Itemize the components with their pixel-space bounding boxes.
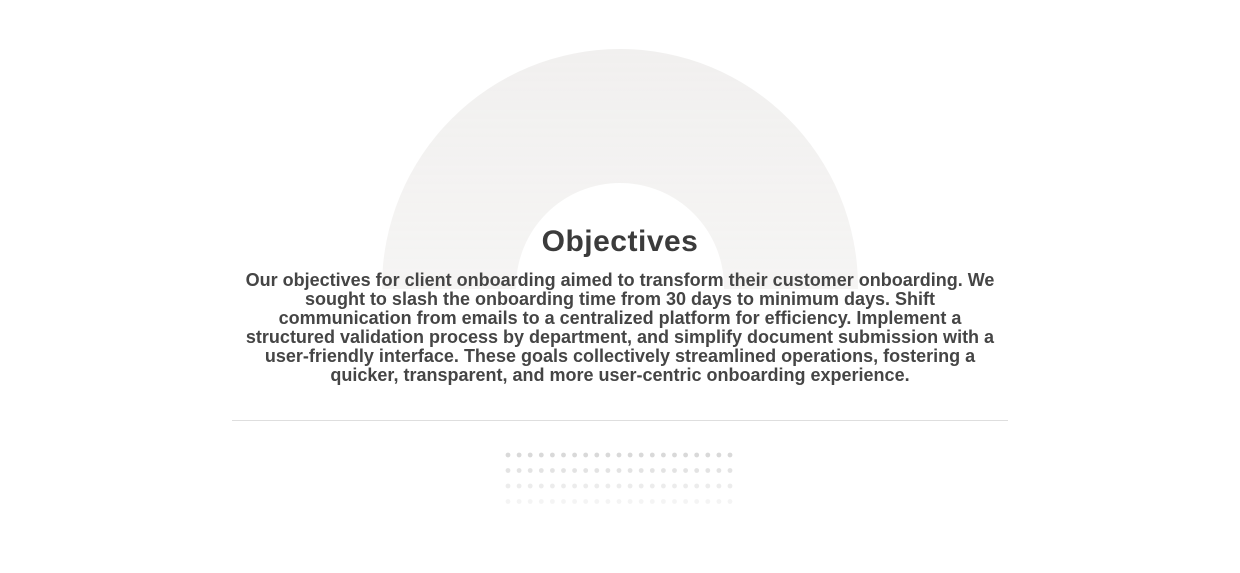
decorative-dot [516, 483, 522, 489]
decorative-dot [649, 483, 655, 489]
decorative-dot [550, 499, 555, 504]
decorative-dot [694, 483, 700, 489]
decorative-dot [716, 452, 722, 458]
decorative-dot [516, 468, 522, 473]
decorative-dot [649, 452, 655, 458]
decorative-dot [572, 468, 577, 473]
decorative-dot [516, 499, 522, 504]
decorative-dot [638, 468, 644, 473]
decorative-dot [661, 452, 666, 458]
decorative-dot [583, 499, 589, 504]
decorative-dot [694, 468, 700, 473]
decorative-dot [538, 499, 544, 504]
decorative-dot [672, 468, 677, 473]
decorative-dot [694, 499, 700, 504]
decorative-dot [538, 452, 544, 458]
decorative-dot [527, 499, 533, 504]
decorative-dot [727, 483, 733, 489]
decorative-dot [505, 452, 511, 458]
decorative-dot [550, 452, 555, 458]
decorative-dot [627, 468, 633, 473]
decorative-dot [616, 483, 622, 489]
decorative-dot [716, 483, 722, 489]
decorative-dot [627, 483, 633, 489]
decorative-dot [516, 452, 522, 458]
decorative-dot [672, 499, 677, 504]
decorative-dot [661, 483, 666, 489]
decorative-dot [505, 499, 511, 504]
decorative-dot [561, 468, 566, 473]
decorative-dot [705, 452, 711, 458]
decorative-dot [683, 452, 688, 458]
decorative-dot [561, 499, 566, 504]
decorative-dot [672, 452, 677, 458]
decorative-dot [572, 483, 577, 489]
decorative-dot [583, 483, 589, 489]
decorative-dot [527, 483, 533, 489]
decorative-dot [683, 468, 688, 473]
section-description: Our objectives for client onboarding aim… [245, 270, 995, 385]
decorative-dot [605, 483, 611, 489]
decorative-dot [694, 452, 700, 458]
decorative-dot [683, 483, 688, 489]
decorative-dot [572, 499, 577, 504]
decorative-dot [649, 468, 655, 473]
decorative-dot [583, 468, 589, 473]
decorative-dot [638, 452, 644, 458]
decorative-dot [594, 468, 600, 473]
decorative-dot [561, 452, 566, 458]
decorative-dot [538, 468, 544, 473]
decorative-dot [550, 468, 555, 473]
decorative-dot [583, 452, 589, 458]
decorative-dot [649, 499, 655, 504]
objectives-page: Objectives Our objectives for client onb… [0, 0, 1240, 573]
decorative-dot [661, 468, 666, 473]
decorative-dot [672, 483, 677, 489]
decorative-dot [505, 468, 511, 473]
dot-grid-decoration [500, 448, 740, 510]
decorative-dot [616, 468, 622, 473]
decorative-dot [572, 452, 577, 458]
decorative-dot [605, 468, 611, 473]
decorative-dot [527, 468, 533, 473]
decorative-dot [705, 499, 711, 504]
horizontal-divider [232, 420, 1008, 421]
decorative-dot [727, 499, 733, 504]
decorative-dot [716, 499, 722, 504]
decorative-dot [594, 452, 600, 458]
decorative-dot [716, 468, 722, 473]
decorative-dot [605, 452, 611, 458]
decorative-dot [627, 452, 633, 458]
decorative-dot [616, 452, 622, 458]
decorative-dot [538, 483, 544, 489]
section-title: Objectives [541, 225, 699, 258]
decorative-dot [638, 499, 644, 504]
decorative-dot [705, 468, 711, 473]
decorative-dot [727, 452, 733, 458]
decorative-dot [616, 499, 622, 504]
decorative-dot [550, 483, 555, 489]
decorative-dot [505, 483, 511, 489]
decorative-dot [605, 499, 611, 504]
decorative-dot [638, 483, 644, 489]
decorative-dot [594, 483, 600, 489]
decorative-dot [661, 499, 666, 504]
decorative-dot [527, 452, 533, 458]
decorative-dot [627, 499, 633, 504]
decorative-dot [727, 468, 733, 473]
decorative-dot [594, 499, 600, 504]
decorative-dot [561, 483, 566, 489]
decorative-dot [683, 499, 688, 504]
decorative-dot [705, 483, 711, 489]
